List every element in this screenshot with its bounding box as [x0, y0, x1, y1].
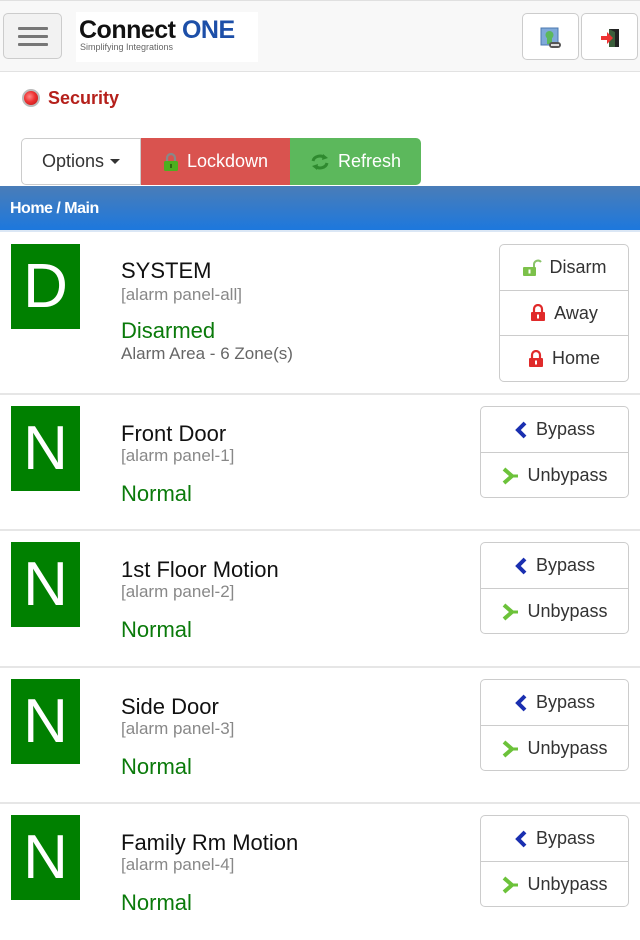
section-header: Security	[22, 86, 119, 110]
breadcrumb-text[interactable]: Home / Main	[10, 200, 99, 218]
lock-icon	[531, 304, 546, 321]
hamburger-icon-bar	[18, 43, 48, 46]
unbypass-button[interactable]: Unbypass	[481, 726, 628, 771]
unbypass-arrow-icon	[503, 875, 519, 894]
logo-accent-text: ONE	[181, 16, 235, 44]
refresh-label: Refresh	[337, 151, 402, 171]
unbypass-arrow-icon	[503, 739, 519, 758]
logo-main-text: Connect	[79, 16, 176, 44]
status-badge: N	[11, 542, 80, 627]
hamburger-icon	[18, 27, 48, 30]
zone-panel: [alarm panel-1]	[121, 446, 235, 465]
arm-button-group: Disarm Away Home	[499, 244, 629, 382]
logout-icon	[601, 29, 619, 47]
unbypass-label: Unbypass	[527, 465, 608, 485]
home-label: Home	[551, 348, 600, 368]
bypass-button-group: Bypass Unbypass	[480, 815, 629, 907]
picture-link-icon	[540, 27, 561, 48]
device-name: SYSTEM	[121, 258, 212, 283]
disarm-label: Disarm	[549, 257, 607, 277]
unbypass-button[interactable]: Unbypass	[481, 589, 628, 634]
device-detail: Alarm Area - 6 Zone(s)	[121, 344, 293, 363]
unbypass-label: Unbypass	[527, 738, 608, 758]
bypass-arrow-icon	[515, 557, 527, 574]
refresh-button[interactable]: Refresh	[290, 138, 421, 185]
top-navbar: Connect ONE Simplifying Integrations	[0, 0, 640, 72]
bypass-label: Bypass	[535, 555, 596, 575]
bypass-label: Bypass	[535, 419, 596, 439]
status-badge: N	[11, 815, 80, 900]
unbypass-button[interactable]: Unbypass	[481, 453, 628, 498]
zone-row: N 1st Floor Motion [alarm panel-2] Norma…	[0, 531, 640, 668]
lockdown-button[interactable]: Lockdown	[141, 138, 290, 185]
connect-one-logo[interactable]: Connect ONE Simplifying Integrations	[76, 12, 258, 62]
bypass-arrow-icon	[515, 830, 527, 847]
breadcrumb: Home / Main	[0, 186, 640, 232]
unbypass-label: Unbypass	[527, 601, 608, 621]
unbypass-button[interactable]: Unbypass	[481, 862, 628, 907]
bypass-button[interactable]: Bypass	[481, 680, 628, 726]
bypass-button[interactable]: Bypass	[481, 543, 628, 589]
lockdown-label: Lockdown	[186, 151, 269, 171]
bypass-button-group: Bypass Unbypass	[480, 679, 629, 771]
section-title: Security	[48, 87, 120, 108]
menu-button[interactable]	[3, 13, 62, 59]
bypass-button[interactable]: Bypass	[481, 407, 628, 453]
zone-state: Normal	[121, 617, 192, 642]
unbypass-arrow-icon	[503, 602, 519, 621]
zone-panel: [alarm panel-3]	[121, 719, 235, 738]
away-button[interactable]: Away	[500, 291, 628, 336]
zone-state: Normal	[121, 754, 192, 779]
disarm-button[interactable]: Disarm	[500, 245, 628, 291]
hamburger-icon-bar	[18, 35, 48, 38]
bypass-label: Bypass	[535, 828, 596, 848]
logo-wordmark: Connect ONE	[79, 16, 235, 45]
bypass-arrow-icon	[515, 694, 527, 711]
lock-icon	[163, 152, 178, 171]
zone-state: Normal	[121, 890, 192, 915]
away-label: Away	[554, 302, 598, 323]
device-panel: [alarm panel-all]	[121, 285, 242, 304]
device-state: Disarmed	[121, 318, 216, 343]
options-label: Options	[41, 151, 105, 171]
zone-panel: [alarm panel-2]	[121, 582, 235, 601]
status-badge: N	[11, 406, 80, 491]
unbypass-arrow-icon	[503, 466, 519, 485]
bypass-button-group: Bypass Unbypass	[480, 542, 629, 634]
logout-button[interactable]	[581, 13, 638, 60]
zone-name: 1st Floor Motion	[121, 557, 279, 582]
system-row: D SYSTEM [alarm panel-all] Disarmed Alar…	[0, 232, 640, 395]
unbypass-label: Unbypass	[527, 874, 608, 894]
refresh-icon	[311, 153, 329, 170]
zone-row: N Side Door [alarm panel-3] Normal Bypas…	[0, 668, 640, 804]
alarm-bell-icon	[22, 89, 40, 107]
zone-name: Side Door	[121, 694, 219, 719]
options-dropdown-button[interactable]: Options	[21, 138, 141, 185]
zone-panel: [alarm panel-4]	[121, 855, 235, 874]
picture-link-button[interactable]	[522, 13, 579, 60]
status-badge: D	[11, 244, 80, 329]
unlock-icon	[522, 259, 542, 276]
status-badge: N	[11, 679, 80, 764]
bypass-button[interactable]: Bypass	[481, 816, 628, 862]
zone-name: Family Rm Motion	[121, 830, 299, 855]
zone-row: N Front Door [alarm panel-1] Normal Bypa…	[0, 395, 640, 531]
logo-tagline: Simplifying Integrations	[80, 42, 174, 52]
action-toolbar: Options Lockdown Refresh	[21, 138, 421, 185]
bypass-button-group: Bypass Unbypass	[480, 406, 629, 498]
home-button[interactable]: Home	[500, 336, 628, 381]
zone-name: Front Door	[121, 421, 227, 446]
caret-down-icon	[110, 159, 121, 164]
zone-state: Normal	[121, 481, 192, 506]
bypass-arrow-icon	[515, 421, 527, 438]
lock-icon	[528, 349, 543, 367]
bypass-label: Bypass	[535, 692, 596, 712]
